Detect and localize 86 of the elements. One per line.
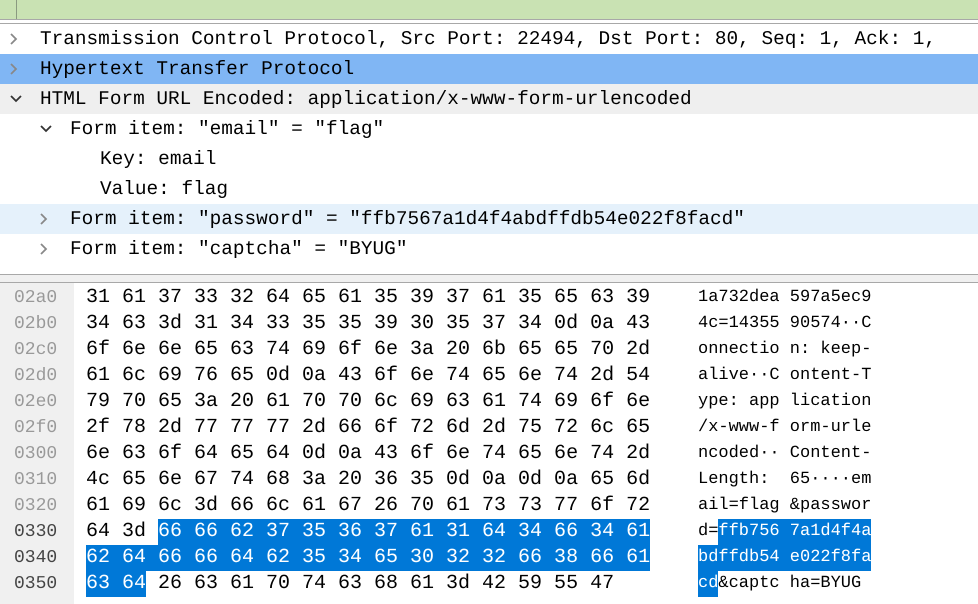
hex-bytes: 39 30 35 37 34 0d 0a 43 bbox=[374, 311, 650, 337]
tree-item-label: Hypertext Transfer Protocol bbox=[39, 58, 356, 80]
tree-row[interactable]: Key: email bbox=[0, 144, 978, 174]
ascii-text: ncoded·· bbox=[698, 443, 780, 465]
ascii-text: 597a5ec9 bbox=[790, 287, 872, 309]
byte-offset: 0300 bbox=[13, 444, 58, 464]
hex-bytes: 63 64 bbox=[86, 571, 146, 597]
tree-item-label: Form item: "password" = "ffb7567a1d4f4abdffdb54e022f8facd" bbox=[69, 208, 746, 230]
hex-bytes: 62 64 66 66 64 62 35 34 bbox=[86, 545, 374, 571]
ascii-text: e022f8fa bbox=[790, 545, 872, 571]
ascii-text: Length: bbox=[698, 469, 770, 491]
ascii-text: lication bbox=[790, 391, 872, 413]
ascii-text: 7a1d4f4a bbox=[790, 519, 872, 545]
hex-bytes: 2f 78 2d 77 77 77 2d 66 bbox=[86, 415, 362, 441]
ascii-text: n: keep- bbox=[790, 339, 872, 361]
ascii-text: 1a732dea bbox=[698, 287, 780, 309]
ascii-text: ffb756 bbox=[718, 519, 790, 545]
tree-row[interactable]: Transmission Control Protocol, Src Port: 22494, Dst Port: 80, Seq: 1, Ack: 1, bbox=[0, 24, 978, 54]
tree-row[interactable]: Form item: "password" = "ffb7567a1d4f4abdffdb54e022f8facd" bbox=[0, 204, 978, 234]
pane-splitter[interactable] bbox=[0, 275, 978, 283]
ascii-text: ype: app bbox=[698, 391, 780, 413]
ascii-text: 4c=14355 bbox=[698, 313, 780, 335]
byte-offset: 0350 bbox=[13, 574, 58, 594]
hex-bytes: 6e 63 6f 64 65 64 0d 0a bbox=[86, 441, 362, 467]
byte-offset: 02f0 bbox=[13, 418, 58, 438]
ascii-text: orm-urle bbox=[790, 417, 872, 439]
tree-row[interactable]: Form item: "email" = "flag" bbox=[0, 114, 978, 144]
byte-offset: 02c0 bbox=[13, 340, 58, 360]
ascii-text: /x-www-f bbox=[698, 417, 780, 439]
ascii-text: ontent-T bbox=[790, 365, 872, 387]
hex-bytes: 64 3d bbox=[86, 519, 146, 545]
chevron-right-icon[interactable] bbox=[10, 33, 18, 45]
tree-item-label: Transmission Control Protocol, Src Port: 22494, Dst Port: 80, Seq: 1, Ack: 1, bbox=[39, 28, 937, 50]
byte-offset: 02d0 bbox=[13, 366, 58, 386]
chevron-down-icon[interactable] bbox=[10, 95, 22, 103]
byte-offset: 02b0 bbox=[13, 314, 58, 334]
hex-bytes: 65 30 32 32 66 38 66 61 bbox=[374, 545, 650, 571]
hex-bytes: 6f 72 6d 2d 75 72 6c 65 bbox=[374, 415, 650, 441]
byte-offset: 0320 bbox=[13, 496, 58, 516]
hex-bytes: 34 63 3d 31 34 33 35 35 bbox=[86, 311, 362, 337]
hex-bytes: 4c 65 6e 67 74 68 3a 20 bbox=[86, 467, 362, 493]
byte-offset: 0340 bbox=[13, 548, 58, 568]
ascii-text: &passwor bbox=[790, 495, 872, 517]
byte-offset: 0310 bbox=[13, 470, 58, 490]
hex-bytes: 36 35 0d 0a 0d 0a 65 6d bbox=[374, 467, 650, 493]
hex-bytes: 79 70 65 3a 20 61 70 70 bbox=[86, 389, 362, 415]
byte-offset: 02e0 bbox=[13, 392, 58, 412]
hex-bytes: 6f 6e 6e 65 63 74 69 6f bbox=[86, 337, 362, 363]
ascii-text: bdffdb54 bbox=[698, 545, 790, 571]
ascii-text: Content- bbox=[790, 443, 872, 465]
tree-row[interactable]: HTML Form URL Encoded: application/x-www-form-urlencoded bbox=[0, 84, 978, 114]
hex-bytes: 43 6f 6e 74 65 6e 74 2d bbox=[374, 441, 650, 467]
chevron-right-icon[interactable] bbox=[40, 243, 48, 255]
tree-row[interactable]: Value: flag bbox=[0, 174, 978, 204]
hex-bytes: 37 61 31 64 34 66 34 61 bbox=[374, 519, 650, 545]
hex-bytes: 61 69 6c 3d 66 6c 61 67 bbox=[86, 493, 362, 519]
chevron-right-icon[interactable] bbox=[40, 213, 48, 225]
hex-bytes: 6c 69 63 61 74 69 6f 6e bbox=[374, 389, 650, 415]
hex-bytes: 26 63 61 70 74 63 bbox=[158, 571, 362, 597]
tree-item-label: Value: flag bbox=[99, 178, 229, 200]
hex-bytes: 68 61 3d 42 59 55 47 bbox=[374, 571, 614, 597]
hex-bytes: 66 66 62 37 35 36 bbox=[158, 519, 374, 545]
hex-bytes: 6e 3a 20 6b 65 65 70 2d bbox=[374, 337, 650, 363]
tree-item-label: Key: email bbox=[99, 148, 218, 170]
ascii-text: alive··C bbox=[698, 365, 780, 387]
tree-row[interactable]: Form item: "captcha" = "BYUG" bbox=[0, 234, 978, 264]
ascii-text: 90574··C bbox=[790, 313, 872, 335]
hex-bytes: 26 70 61 73 73 77 6f 72 bbox=[374, 493, 650, 519]
tree-row[interactable]: Hypertext Transfer Protocol bbox=[0, 54, 978, 84]
ascii-text: 65····em bbox=[790, 469, 872, 491]
ascii-text: &captc bbox=[718, 573, 780, 595]
ascii-text: onnectio bbox=[698, 339, 780, 361]
tree-item-label: Form item: "captcha" = "BYUG" bbox=[69, 238, 408, 260]
ascii-text: cd bbox=[698, 571, 718, 597]
ascii-text: ail=flag bbox=[698, 495, 780, 517]
hex-bytes: 6f 6e 74 65 6e 74 2d 54 bbox=[374, 363, 650, 389]
hex-bytes: 31 61 37 33 32 64 65 61 bbox=[86, 285, 362, 311]
ascii-text: ha=BYUG bbox=[790, 573, 862, 595]
byte-offset: 02a0 bbox=[13, 288, 58, 308]
tree-item-label: HTML Form URL Encoded: application/x-www-form-urlencoded bbox=[39, 88, 693, 110]
byte-offset: 0330 bbox=[13, 522, 58, 542]
tree-item-label: Form item: "email" = "flag" bbox=[69, 118, 386, 140]
chevron-down-icon[interactable] bbox=[40, 125, 52, 133]
hex-bytes: 61 6c 69 76 65 0d 0a 43 bbox=[86, 363, 362, 389]
hex-bytes: 35 39 37 61 35 65 63 39 bbox=[374, 285, 650, 311]
ascii-text: d= bbox=[698, 521, 718, 543]
